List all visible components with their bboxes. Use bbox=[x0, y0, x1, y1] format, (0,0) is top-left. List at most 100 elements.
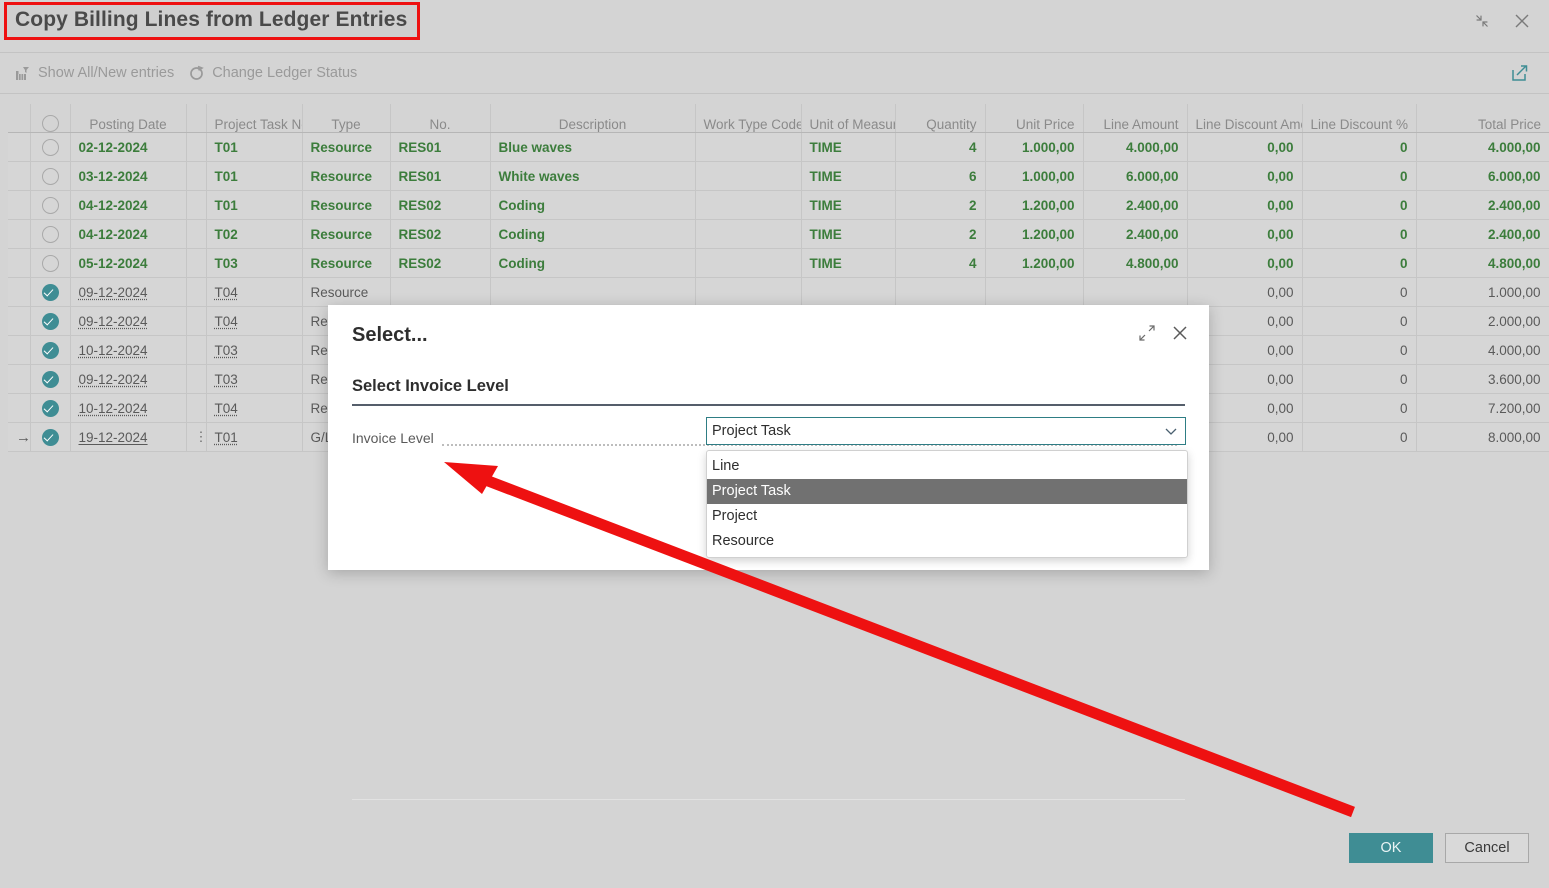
select-all-radio[interactable] bbox=[42, 115, 59, 132]
header-unit-price[interactable]: Unit Price bbox=[985, 104, 1083, 133]
cell-desc[interactable]: Coding bbox=[490, 249, 695, 278]
header-project-task-no[interactable]: Project Task No. bbox=[206, 104, 302, 133]
cell-type[interactable]: Resource bbox=[302, 278, 390, 307]
row-menu-icon[interactable] bbox=[186, 307, 206, 336]
table-row[interactable]: 04-12-2024 T01 Resource RES02 Coding TIME 2 1.2… bbox=[8, 191, 1549, 220]
close-icon[interactable] bbox=[1505, 4, 1539, 38]
cell-total[interactable]: 2.400,00 bbox=[1416, 220, 1549, 249]
cell-no[interactable]: RES02 bbox=[390, 191, 490, 220]
cell-discpct[interactable]: 0 bbox=[1302, 133, 1416, 162]
dropdown-option[interactable]: Project Task bbox=[707, 479, 1187, 504]
cell-lineamount[interactable]: 4.800,00 bbox=[1083, 249, 1187, 278]
cell-posting[interactable]: 09-12-2024 bbox=[70, 278, 186, 307]
cell-total[interactable]: 3.600,00 bbox=[1416, 365, 1549, 394]
invoice-level-dropdown-list[interactable]: Line Project Task Project Resource bbox=[706, 450, 1188, 558]
cell-task[interactable]: T01 bbox=[206, 423, 302, 452]
cell-discpct[interactable]: 0 bbox=[1302, 249, 1416, 278]
cell-worktype[interactable] bbox=[695, 133, 801, 162]
cell-posting[interactable]: 10-12-2024 bbox=[70, 336, 186, 365]
table-row[interactable]: 02-12-2024 T01 Resource RES01 Blue waves TIME… bbox=[8, 133, 1549, 162]
cell-task[interactable]: T02 bbox=[206, 220, 302, 249]
row-select-checkbox[interactable] bbox=[30, 162, 70, 191]
collapse-icon[interactable] bbox=[1465, 4, 1499, 38]
header-line-discount-pct[interactable]: Line Discount % bbox=[1302, 104, 1416, 133]
header-select-all[interactable] bbox=[30, 104, 70, 133]
table-row[interactable]: 09-12-2024 T04 Resource 0,00 0 1.000,00 bbox=[8, 278, 1549, 307]
cell-discpct[interactable]: 0 bbox=[1302, 278, 1416, 307]
header-description[interactable]: Description bbox=[490, 104, 695, 133]
cell-task[interactable]: T04 bbox=[206, 278, 302, 307]
row-menu-icon[interactable] bbox=[186, 249, 206, 278]
cell-uom[interactable]: TIME bbox=[801, 133, 895, 162]
cell-unitprice[interactable]: 1.000,00 bbox=[985, 162, 1083, 191]
cell-no[interactable]: RES01 bbox=[390, 162, 490, 191]
chevron-down-icon[interactable] bbox=[1157, 423, 1185, 439]
row-menu-icon[interactable] bbox=[186, 336, 206, 365]
close-icon[interactable] bbox=[1169, 322, 1191, 349]
cell-posting[interactable]: 19-12-2024 bbox=[70, 423, 186, 452]
cell-type[interactable]: Resource bbox=[302, 220, 390, 249]
header-line-amount[interactable]: Line Amount bbox=[1083, 104, 1187, 133]
cell-discamount[interactable]: 0,00 bbox=[1187, 133, 1302, 162]
cell-discpct[interactable]: 0 bbox=[1302, 336, 1416, 365]
row-menu-icon[interactable] bbox=[186, 394, 206, 423]
cell-worktype[interactable] bbox=[695, 249, 801, 278]
row-select-checkbox[interactable] bbox=[30, 133, 70, 162]
cell-discpct[interactable]: 0 bbox=[1302, 423, 1416, 452]
header-line-discount-amount[interactable]: Line Discount Amount bbox=[1187, 104, 1302, 133]
cell-total[interactable]: 8.000,00 bbox=[1416, 423, 1549, 452]
cell-desc[interactable]: White waves bbox=[490, 162, 695, 191]
row-menu-icon[interactable] bbox=[186, 191, 206, 220]
row-select-checkbox[interactable] bbox=[30, 191, 70, 220]
cell-posting[interactable]: 02-12-2024 bbox=[70, 133, 186, 162]
cell-task[interactable]: T03 bbox=[206, 365, 302, 394]
share-icon[interactable] bbox=[1509, 62, 1531, 84]
cell-uom[interactable]: TIME bbox=[801, 162, 895, 191]
cell-total[interactable]: 4.800,00 bbox=[1416, 249, 1549, 278]
header-work-type-code[interactable]: Work Type Code bbox=[695, 104, 801, 133]
cell-posting[interactable]: 09-12-2024 bbox=[70, 365, 186, 394]
row-menu-icon[interactable] bbox=[186, 365, 206, 394]
cell-uom[interactable] bbox=[801, 278, 895, 307]
cell-task[interactable]: T04 bbox=[206, 307, 302, 336]
cell-discpct[interactable]: 0 bbox=[1302, 365, 1416, 394]
cell-posting[interactable]: 04-12-2024 bbox=[70, 220, 186, 249]
header-no[interactable]: No. bbox=[390, 104, 490, 133]
cell-posting[interactable]: 05-12-2024 bbox=[70, 249, 186, 278]
invoice-level-combobox[interactable]: Project Task bbox=[706, 417, 1186, 445]
cell-lineamount[interactable]: 2.400,00 bbox=[1083, 220, 1187, 249]
cell-discamount[interactable]: 0,00 bbox=[1187, 278, 1302, 307]
cell-total[interactable]: 4.000,00 bbox=[1416, 336, 1549, 365]
cell-task[interactable]: T04 bbox=[206, 394, 302, 423]
row-select-checkbox[interactable] bbox=[30, 365, 70, 394]
cell-total[interactable]: 2.400,00 bbox=[1416, 191, 1549, 220]
cell-task[interactable]: T01 bbox=[206, 133, 302, 162]
ok-button[interactable]: OK bbox=[1349, 833, 1433, 863]
cell-task[interactable]: T03 bbox=[206, 336, 302, 365]
cell-posting[interactable]: 03-12-2024 bbox=[70, 162, 186, 191]
cell-posting[interactable]: 09-12-2024 bbox=[70, 307, 186, 336]
cell-worktype[interactable] bbox=[695, 220, 801, 249]
table-row[interactable]: 04-12-2024 T02 Resource RES02 Coding TIME 2 1.2… bbox=[8, 220, 1549, 249]
cell-worktype[interactable] bbox=[695, 278, 801, 307]
toolbar-item-change-ledger-status[interactable]: Change Ledger Status bbox=[188, 65, 357, 82]
row-menu-icon[interactable] bbox=[186, 278, 206, 307]
cell-discpct[interactable]: 0 bbox=[1302, 162, 1416, 191]
cell-desc[interactable]: Blue waves bbox=[490, 133, 695, 162]
cell-no[interactable]: RES02 bbox=[390, 220, 490, 249]
table-row[interactable]: 05-12-2024 T03 Resource RES02 Coding TIME 4 1.2… bbox=[8, 249, 1549, 278]
cell-task[interactable]: T03 bbox=[206, 249, 302, 278]
row-select-checkbox[interactable] bbox=[30, 278, 70, 307]
row-select-checkbox[interactable] bbox=[30, 249, 70, 278]
cell-qty[interactable]: 2 bbox=[895, 191, 985, 220]
cell-worktype[interactable] bbox=[695, 191, 801, 220]
cell-discamount[interactable]: 0,00 bbox=[1187, 249, 1302, 278]
cell-qty[interactable]: 6 bbox=[895, 162, 985, 191]
cell-task[interactable]: T01 bbox=[206, 162, 302, 191]
row-menu-icon[interactable]: ⋮ bbox=[186, 423, 206, 452]
cell-lineamount[interactable]: 2.400,00 bbox=[1083, 191, 1187, 220]
cell-no[interactable]: RES02 bbox=[390, 249, 490, 278]
cell-no[interactable] bbox=[390, 278, 490, 307]
header-type[interactable]: Type bbox=[302, 104, 390, 133]
row-select-checkbox[interactable] bbox=[30, 336, 70, 365]
